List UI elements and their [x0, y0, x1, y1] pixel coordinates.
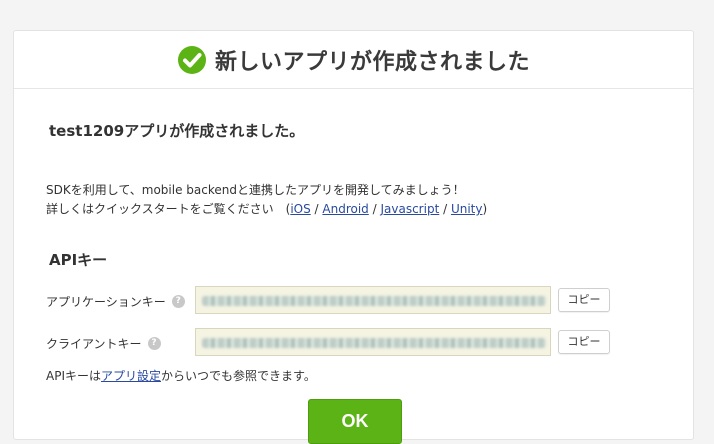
app-key-label: アプリケーションキー [46, 295, 166, 309]
client-key-blurred-value [202, 338, 546, 348]
created-message: test1209アプリが作成されました。 [49, 122, 305, 140]
settings-note: APIキーはアプリ設定からいつでも参照できます。 [46, 367, 316, 384]
closing-paren: ) [482, 202, 488, 216]
check-circle-icon [177, 45, 207, 75]
separator: / [310, 202, 323, 216]
app-key-blurred-value [202, 296, 546, 306]
help-icon[interactable]: ? [147, 337, 161, 350]
copy-client-key-button[interactable]: コピー [558, 330, 610, 354]
description-line-1: SDKを利用して、mobile backendと連携したアプリを開発してみましょ… [46, 183, 465, 197]
quickstart-text: 詳しくはクイックスタートをご覧ください ( [46, 202, 291, 216]
separator: / [368, 202, 381, 216]
client-key-label-wrap: クライアントキー ? [46, 335, 161, 352]
client-key-field[interactable] [195, 328, 551, 356]
app-settings-link[interactable]: アプリ設定 [101, 369, 161, 383]
app-key-field[interactable] [195, 286, 551, 314]
ios-link[interactable]: iOS [290, 202, 310, 216]
ok-button[interactable]: OK [308, 399, 402, 444]
javascript-link[interactable]: Javascript [380, 202, 439, 216]
dialog-title: 新しいアプリが作成されました [214, 49, 530, 75]
app-key-row: アプリケーションキー ? コピー [46, 286, 646, 316]
unity-link[interactable]: Unity [451, 202, 483, 216]
android-link[interactable]: Android [322, 202, 368, 216]
description-line-2: 詳しくはクイックスタートをご覧ください (iOS / Android / Jav… [46, 200, 646, 219]
app-key-label-wrap: アプリケーションキー ? [46, 293, 185, 310]
note-suffix: からいつでも参照できます。 [161, 369, 316, 383]
app-created-dialog: 新しいアプリが作成されました test1209アプリが作成されました。 SDKを… [13, 30, 694, 444]
note-prefix: APIキーは [46, 369, 101, 383]
api-key-heading: APIキー [49, 251, 108, 269]
copy-app-key-button[interactable]: コピー [558, 288, 610, 312]
help-icon[interactable]: ? [171, 295, 185, 308]
separator: / [439, 202, 451, 216]
client-key-label: クライアントキー [46, 337, 142, 351]
dialog-header: 新しいアプリが作成されました [14, 31, 693, 89]
description: SDKを利用して、mobile backendと連携したアプリを開発してみましょ… [46, 181, 646, 219]
client-key-row: クライアントキー ? コピー [46, 328, 646, 358]
